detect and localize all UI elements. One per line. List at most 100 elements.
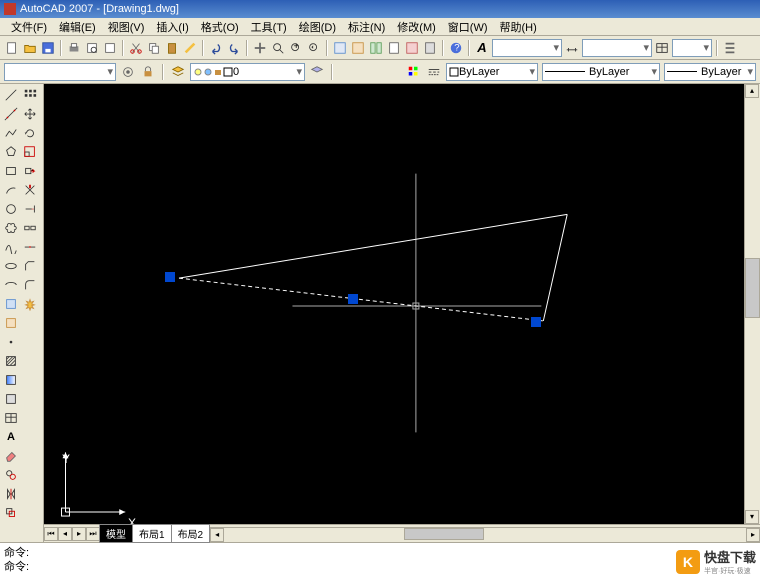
scale-icon[interactable] (21, 143, 39, 161)
tab-next-icon[interactable]: ▸ (72, 527, 86, 541)
print-icon[interactable] (66, 40, 82, 56)
color-control-icon[interactable] (406, 64, 422, 80)
lineweight-combo[interactable]: ByLayer ▾ (664, 63, 756, 81)
pline-icon[interactable] (2, 124, 20, 142)
point-icon[interactable] (2, 333, 20, 351)
layer-props-icon[interactable] (170, 64, 186, 80)
extend-icon[interactable] (21, 200, 39, 218)
zoom-realtime-icon[interactable] (270, 40, 286, 56)
menu-file[interactable]: 文件(F) (6, 18, 52, 36)
arc-icon[interactable] (2, 181, 20, 199)
menu-edit[interactable]: 编辑(E) (54, 18, 101, 36)
fillet-icon[interactable] (21, 276, 39, 294)
menu-window[interactable]: 窗口(W) (443, 18, 493, 36)
command-input[interactable] (33, 560, 756, 572)
mirror-icon[interactable] (2, 485, 20, 503)
design-center-icon[interactable] (350, 40, 366, 56)
text-style-combo[interactable]: ▾ (492, 39, 562, 57)
dim-style-icon[interactable] (564, 40, 580, 56)
copy-obj-icon[interactable] (2, 466, 20, 484)
scroll-right-icon[interactable]: ▸ (746, 528, 760, 542)
tab-layout1[interactable]: 布局1 (132, 524, 172, 543)
ellipse-icon[interactable] (2, 257, 20, 275)
redo-icon[interactable] (226, 40, 242, 56)
dim-style-combo[interactable]: ▾ (582, 39, 652, 57)
mtext-icon[interactable]: A (2, 428, 20, 446)
match-props-icon[interactable] (182, 40, 198, 56)
zoom-previous-icon[interactable] (306, 40, 322, 56)
spline-icon[interactable] (2, 238, 20, 256)
scroll-up-icon[interactable]: ▴ (745, 84, 759, 98)
menu-insert[interactable]: 插入(I) (151, 18, 193, 36)
grip-mid[interactable] (348, 294, 358, 304)
vertical-scrollbar[interactable]: ▴ ▾ (744, 84, 760, 524)
circle-icon[interactable] (2, 200, 20, 218)
sheet-set-icon[interactable] (386, 40, 402, 56)
open-icon[interactable] (22, 40, 38, 56)
block-icon[interactable] (2, 314, 20, 332)
drawing-canvas[interactable]: Y X (44, 84, 744, 524)
line-icon[interactable] (2, 86, 20, 104)
tab-layout2[interactable]: 布局2 (171, 524, 211, 543)
cut-icon[interactable] (128, 40, 144, 56)
array-icon[interactable] (21, 86, 39, 104)
polygon-icon[interactable] (2, 143, 20, 161)
erase-icon[interactable] (2, 447, 20, 465)
menu-format[interactable]: 格式(O) (196, 18, 244, 36)
menu-view[interactable]: 视图(V) (103, 18, 150, 36)
workspace-settings-icon[interactable] (120, 64, 136, 80)
new-icon[interactable] (4, 40, 20, 56)
horizontal-scrollbar[interactable]: ◂ ▸ (210, 527, 760, 541)
print-preview-icon[interactable] (84, 40, 100, 56)
properties-icon[interactable] (332, 40, 348, 56)
menu-draw[interactable]: 绘图(D) (294, 18, 341, 36)
paste-icon[interactable] (164, 40, 180, 56)
help-icon[interactable]: ? (448, 40, 464, 56)
pan-icon[interactable] (252, 40, 268, 56)
save-icon[interactable] (40, 40, 56, 56)
menu-modify[interactable]: 修改(M) (392, 18, 441, 36)
linetype-control-icon[interactable] (426, 64, 442, 80)
text-style-icon[interactable]: A (474, 40, 490, 56)
menu-tools[interactable]: 工具(T) (246, 18, 292, 36)
explode-icon[interactable] (21, 295, 39, 313)
tab-prev-icon[interactable]: ◂ (58, 527, 72, 541)
tool-palettes-icon[interactable] (368, 40, 384, 56)
grip-icon[interactable] (722, 40, 738, 56)
quickcalc-icon[interactable] (422, 40, 438, 56)
move-icon[interactable] (21, 105, 39, 123)
hatch-icon[interactable] (2, 352, 20, 370)
table-style-combo[interactable]: ▾ (672, 39, 712, 57)
layer-combo[interactable]: 0 ▾ (190, 63, 305, 81)
break-icon[interactable] (21, 219, 39, 237)
rectangle-icon[interactable] (2, 162, 20, 180)
xline-icon[interactable] (2, 105, 20, 123)
grip-start[interactable] (165, 272, 175, 282)
insert-icon[interactable] (2, 295, 20, 313)
menu-dimension[interactable]: 标注(N) (343, 18, 390, 36)
workspace-combo[interactable]: ▾ (4, 63, 116, 81)
scroll-left-icon[interactable]: ◂ (210, 528, 224, 542)
revcloud-icon[interactable] (2, 219, 20, 237)
grip-end[interactable] (531, 317, 541, 327)
ellipse-arc-icon[interactable] (2, 276, 20, 294)
workspace-lock-icon[interactable] (140, 64, 156, 80)
menu-help[interactable]: 帮助(H) (495, 18, 542, 36)
tab-last-icon[interactable]: ⏭ (86, 527, 100, 541)
linetype-combo[interactable]: ByLayer ▾ (542, 63, 660, 81)
region-icon[interactable] (2, 390, 20, 408)
undo-icon[interactable] (208, 40, 224, 56)
offset-icon[interactable] (2, 504, 20, 522)
tab-model[interactable]: 模型 (99, 524, 133, 543)
join-icon[interactable] (21, 238, 39, 256)
rotate-icon[interactable] (21, 124, 39, 142)
publish-icon[interactable] (102, 40, 118, 56)
gradient-icon[interactable] (2, 371, 20, 389)
copy-icon[interactable] (146, 40, 162, 56)
trim-icon[interactable] (21, 181, 39, 199)
color-combo[interactable]: ByLayer ▾ (446, 63, 538, 81)
layer-prev-icon[interactable] (309, 64, 325, 80)
table-style-icon[interactable] (654, 40, 670, 56)
tab-first-icon[interactable]: ⏮ (44, 527, 58, 541)
stretch-icon[interactable] (21, 162, 39, 180)
